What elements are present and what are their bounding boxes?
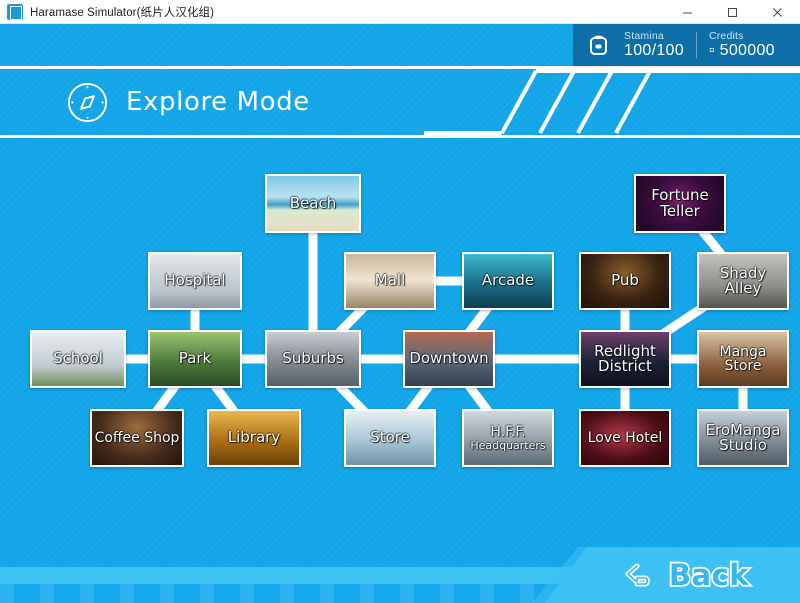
map-node-eromanga-studio[interactable]: EroMangaStudio (697, 409, 789, 467)
maximize-button[interactable] (710, 0, 755, 24)
node-label: Pub (609, 273, 641, 288)
map-node-coffee-shop[interactable]: Coffee Shop (90, 409, 184, 467)
map-node-arcade[interactable]: Arcade (462, 252, 554, 310)
node-label: RedlightDistrict (592, 344, 658, 375)
map-node-fortune-teller[interactable]: FortuneTeller (634, 174, 726, 233)
map-node-hff-headquarters[interactable]: H.F.F.Headquarters (462, 409, 554, 467)
node-label-line: Suburbs (282, 351, 344, 366)
node-label: Manga Store (699, 345, 787, 374)
node-label-line: Downtown (409, 351, 488, 366)
back-arrow-icon (624, 562, 658, 588)
credits-label: Credits (709, 31, 775, 42)
map-node-manga-store[interactable]: Manga Store (697, 330, 789, 388)
window-titlebar: Haramase Simulator(纸片人汉化组) (0, 0, 800, 24)
node-label-line: Arcade (482, 273, 534, 288)
node-label-line: Park (179, 351, 211, 366)
node-label-line: Hospital (164, 273, 225, 288)
node-label: Love Hotel (586, 431, 665, 445)
node-label: Store (368, 430, 412, 445)
node-label: ShadyAlley (718, 266, 769, 297)
app-icon (7, 4, 23, 20)
map-node-pub[interactable]: Pub (579, 252, 671, 310)
map-node-school[interactable]: School (30, 330, 126, 388)
node-label-line: Store (370, 430, 410, 445)
node-label-line: Manga Store (701, 345, 785, 374)
stamina-value: 100/100 (624, 42, 684, 59)
back-button-label: Back (669, 558, 749, 592)
node-label-line: Pub (611, 273, 639, 288)
node-label-line: Coffee Shop (95, 431, 180, 445)
credits-value: ▫ 500000 (709, 42, 775, 59)
page-title: Explore Mode (126, 87, 310, 117)
window-controls (665, 0, 800, 24)
back-button[interactable]: Back (545, 547, 800, 603)
node-label: Beach (288, 196, 338, 211)
location-map: Beach FortuneTeller Hospital Mall Arcade Pub S… (0, 138, 800, 603)
node-label: Hospital (162, 273, 227, 288)
node-label: Coffee Shop (93, 431, 182, 445)
map-node-mall[interactable]: Mall (344, 252, 436, 310)
credits-block: Credits ▫ 500000 (707, 31, 785, 60)
node-label: Mall (373, 273, 407, 288)
map-node-beach[interactable]: Beach (265, 174, 361, 233)
node-label-line: Beach (290, 196, 336, 211)
node-label-line: Teller (651, 204, 709, 219)
node-label: Suburbs (280, 351, 346, 366)
node-label-line: School (53, 351, 103, 366)
header-slash-decoration (424, 69, 800, 135)
node-label-line: H.F.F. (470, 425, 545, 439)
node-label-line: District (594, 359, 656, 374)
map-node-hospital[interactable]: Hospital (148, 252, 242, 310)
mode-title-group: Explore Mode (66, 80, 310, 124)
window-title: Haramase Simulator(纸片人汉化组) (30, 4, 214, 20)
node-label: Park (177, 351, 213, 366)
map-node-downtown[interactable]: Downtown (403, 330, 495, 388)
backpack-icon (583, 30, 613, 60)
node-label: Library (226, 430, 282, 445)
game-window: Haramase Simulator(纸片人汉化组) (0, 0, 800, 603)
node-label: EroMangaStudio (704, 423, 783, 454)
map-node-love-hotel[interactable]: Love Hotel (579, 409, 671, 467)
hud-divider (696, 32, 697, 58)
map-node-library[interactable]: Library (207, 409, 301, 467)
map-node-redlight-district[interactable]: RedlightDistrict (579, 330, 671, 388)
node-label: Arcade (480, 273, 536, 288)
node-label-line: Headquarters (470, 440, 545, 451)
close-button[interactable] (755, 0, 800, 24)
node-label-line: Studio (706, 438, 781, 453)
minimize-button[interactable] (665, 0, 710, 24)
header-rule-bottom (0, 135, 800, 138)
stamina-block: Stamina 100/100 (622, 31, 694, 60)
node-label: School (51, 351, 105, 366)
node-label: FortuneTeller (649, 188, 711, 219)
compass-icon (66, 81, 109, 124)
map-node-park[interactable]: Park (148, 330, 242, 388)
status-hud: Stamina 100/100 Credits ▫ 500000 (573, 24, 800, 66)
map-node-shady-alley[interactable]: ShadyAlley (697, 252, 789, 310)
node-label-line: Library (228, 430, 280, 445)
node-label-line: Alley (720, 281, 767, 296)
node-label-line: Mall (375, 273, 405, 288)
game-viewport: Stamina 100/100 Credits ▫ 500000 (0, 24, 800, 603)
mode-header: Explore Mode (0, 66, 800, 138)
node-label: H.F.F.Headquarters (468, 425, 547, 450)
map-node-suburbs[interactable]: Suburbs (265, 330, 361, 388)
node-label-line: Love Hotel (588, 431, 663, 445)
node-label: Downtown (407, 351, 490, 366)
map-node-store[interactable]: Store (344, 409, 436, 467)
stamina-label: Stamina (624, 31, 684, 42)
